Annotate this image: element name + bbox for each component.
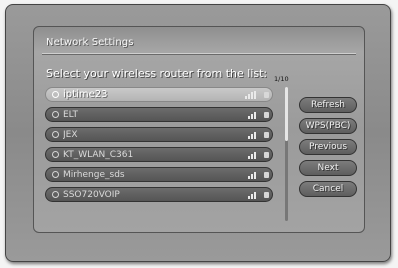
radio-icon <box>52 171 59 178</box>
network-row-elt[interactable]: ELT <box>45 107 273 122</box>
wps-pbc-button[interactable]: WPS(PBC) <box>299 118 357 134</box>
signal-strength-icon <box>248 171 256 179</box>
lock-icon <box>264 171 269 178</box>
radio-icon <box>52 91 59 98</box>
network-row-sso720voip[interactable]: SSO720VOIP <box>45 187 273 202</box>
network-row-mirhenge[interactable]: Mirhenge_sds <box>45 167 273 182</box>
page-indicator: 1/10 <box>274 75 289 83</box>
select-router-prompt: Select your wireless router from the lis… <box>46 67 268 80</box>
network-settings-dialog: Network Settings Select your wireless ro… <box>33 26 365 233</box>
signal-strength-icon <box>248 151 256 159</box>
network-row-kt-wlan[interactable]: KT_WLAN_C361 <box>45 147 273 162</box>
network-name: JEX <box>63 129 78 140</box>
cancel-button[interactable]: Cancel <box>299 181 357 197</box>
list-scrollbar[interactable] <box>285 87 288 221</box>
lock-icon <box>264 191 269 198</box>
network-name: ELT <box>63 109 78 120</box>
lock-icon <box>264 91 269 98</box>
dialog-title: Network Settings <box>46 37 134 48</box>
radio-icon <box>52 131 59 138</box>
network-row-jex[interactable]: JEX <box>45 127 273 142</box>
title-divider <box>42 53 356 55</box>
network-name: Mirhenge_sds <box>63 169 125 180</box>
signal-strength-icon <box>245 90 256 99</box>
signal-strength-icon <box>248 131 256 139</box>
network-name: SSO720VOIP <box>63 189 120 200</box>
refresh-button[interactable]: Refresh <box>299 97 357 113</box>
signal-strength-icon <box>248 191 256 199</box>
tv-screen: Network Settings Select your wireless ro… <box>0 0 398 268</box>
network-row-iptime23[interactable]: iptime23 <box>45 87 273 102</box>
next-button[interactable]: Next <box>299 160 357 176</box>
radio-icon <box>52 151 59 158</box>
lock-icon <box>264 131 269 138</box>
radio-icon <box>52 191 59 198</box>
scrollbar-thumb[interactable] <box>285 87 288 141</box>
network-name: KT_WLAN_C361 <box>63 149 134 160</box>
network-list: iptime23 ELT JEX KT_WLAN_C361 Mirhenge_s… <box>45 87 273 207</box>
action-buttons: Refresh WPS(PBC) Previous Next Cancel <box>299 97 357 202</box>
signal-strength-icon <box>248 111 256 119</box>
lock-icon <box>264 151 269 158</box>
lock-icon <box>264 111 269 118</box>
previous-button[interactable]: Previous <box>299 139 357 155</box>
network-name: iptime23 <box>63 89 108 100</box>
radio-icon <box>52 111 59 118</box>
